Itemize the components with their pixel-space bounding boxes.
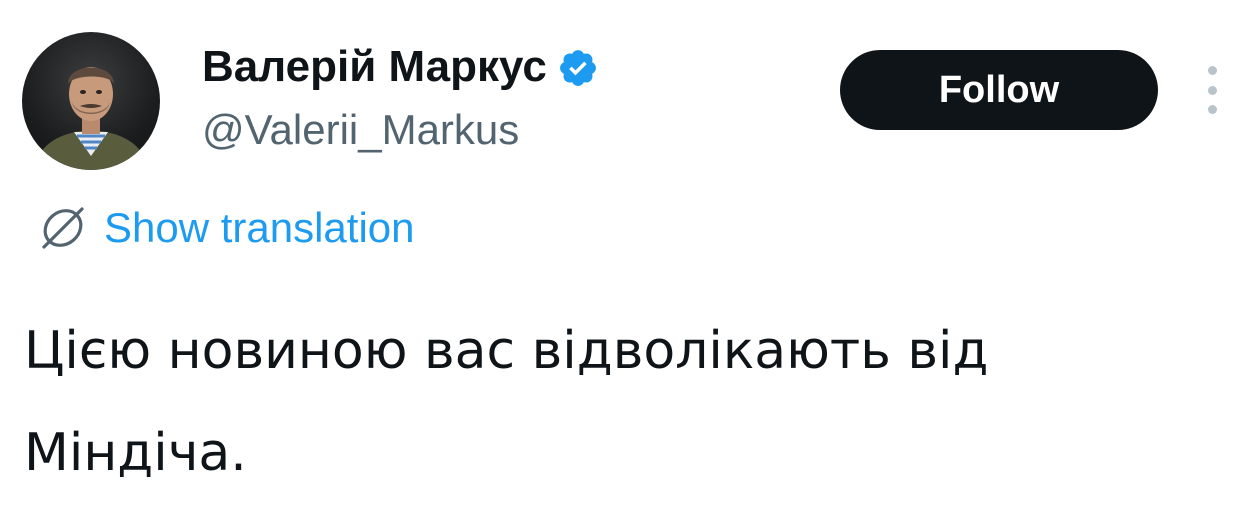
follow-button[interactable]: Follow	[840, 50, 1158, 130]
user-avatar-photo	[32, 67, 150, 170]
author-handle[interactable]: @Valerii_Markus	[202, 104, 519, 156]
verified-badge-icon	[559, 50, 596, 86]
author-name-row: Валерій Маркус	[202, 41, 599, 93]
show-translation-label: Show translation	[104, 204, 415, 251]
avatar[interactable]	[22, 32, 160, 170]
translate-globe-icon	[42, 207, 84, 249]
show-translation-link[interactable]: Show translation	[36, 200, 415, 256]
more-vertical-icon[interactable]	[1200, 66, 1224, 114]
display-name[interactable]: Валерій Маркус	[202, 41, 547, 93]
tweet-text: Цією новиною вас відволікають від Міндіч…	[24, 321, 989, 483]
